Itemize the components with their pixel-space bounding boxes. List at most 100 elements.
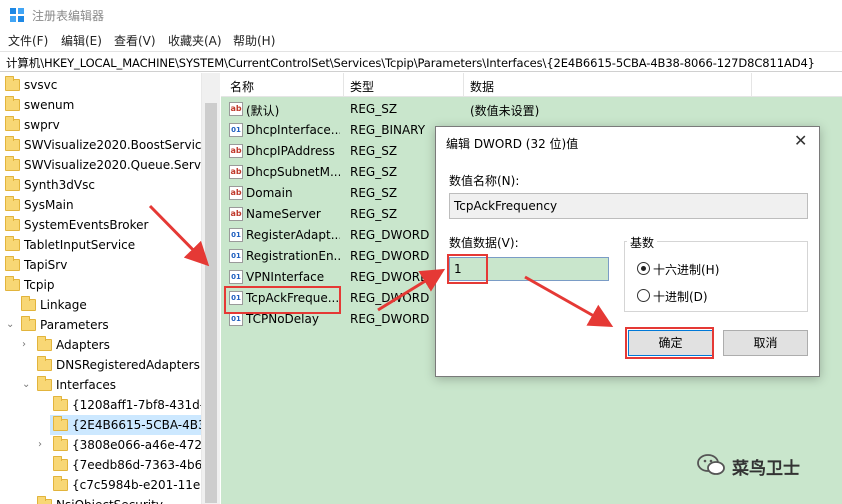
tree-item-label: {3808e066-a46e-472b xyxy=(72,438,201,452)
chevron-right-icon[interactable]: › xyxy=(22,335,32,355)
menu-file[interactable]: 文件(F) xyxy=(8,32,48,49)
column-divider[interactable] xyxy=(343,73,344,97)
tree-item-label: TabletInputService xyxy=(24,238,136,252)
edit-dword-dialog: 编辑 DWORD (32 位)值 ✕ 数值名称(N): TcpAckFreque… xyxy=(435,126,820,377)
value-name: NameServer xyxy=(246,207,321,221)
value-type: REG_DWORD xyxy=(350,228,430,242)
tree-item-label: Synth3dVsc xyxy=(24,178,95,192)
column-header-type[interactable]: 类型 xyxy=(350,78,374,95)
value-type: REG_DWORD xyxy=(350,312,430,326)
folder-icon xyxy=(5,236,20,251)
radio-decimal-label[interactable]: 十进制(D) xyxy=(653,288,708,305)
folder-icon xyxy=(5,256,20,271)
value-name: RegisterAdapt... xyxy=(246,228,340,242)
chevron-right-icon[interactable]: › xyxy=(38,435,48,455)
value-type: REG_DWORD xyxy=(350,249,430,263)
folder-icon xyxy=(53,396,68,411)
menu-favorites[interactable]: 收藏夹(A) xyxy=(168,32,222,49)
address-bar[interactable]: 计算机\HKEY_LOCAL_MACHINE\SYSTEM\CurrentCon… xyxy=(0,51,842,72)
regedit-icon xyxy=(10,8,24,22)
value-type: REG_SZ xyxy=(350,102,398,116)
base-label: 基数 xyxy=(627,234,658,251)
folder-icon xyxy=(37,496,52,504)
value-name: DhcpSubnetM... xyxy=(246,165,340,179)
value-name: RegistrationEn... xyxy=(246,249,340,263)
tree-item-label: DNSRegisteredAdapters xyxy=(56,358,200,372)
tree-item-label: NsiObjectSecurity xyxy=(56,495,163,504)
binary-value-icon: 01 xyxy=(229,123,243,137)
column-divider[interactable] xyxy=(751,73,752,97)
chevron-down-icon[interactable]: ⌄ xyxy=(6,315,16,335)
tree-item-label: {7eedb86d-7363-4b68 xyxy=(72,458,201,472)
value-name: Domain xyxy=(246,186,293,200)
title-bar: 注册表编辑器 xyxy=(0,0,842,30)
menu-bar: 文件(F) 编辑(E) 查看(V) 收藏夹(A) 帮助(H) xyxy=(0,30,842,50)
window-title: 注册表编辑器 xyxy=(32,9,105,23)
folder-icon xyxy=(37,376,52,391)
tree-scrollbar[interactable] xyxy=(201,73,220,504)
string-value-icon: ab xyxy=(229,207,243,221)
string-value-icon: ab xyxy=(229,186,243,200)
cancel-button[interactable]: 取消 xyxy=(723,330,808,356)
column-divider[interactable] xyxy=(463,73,464,97)
tree-item-selected[interactable]: {2E4B6615-5CBA-4B38 xyxy=(50,415,201,435)
value-type: REG_SZ xyxy=(350,144,398,158)
menu-edit[interactable]: 编辑(E) xyxy=(61,32,102,49)
radio-hex[interactable] xyxy=(637,262,650,275)
value-name: TCPNoDelay xyxy=(246,312,319,326)
folder-icon xyxy=(21,296,36,311)
folder-icon xyxy=(53,476,68,491)
folder-icon xyxy=(21,316,36,331)
column-header-name[interactable]: 名称 xyxy=(230,78,254,95)
folder-icon xyxy=(5,276,20,291)
tree-item-label: {1208aff1-7bf8-431d-a xyxy=(72,398,201,412)
value-type: REG_DWORD xyxy=(350,270,430,284)
folder-icon xyxy=(53,436,68,451)
menu-view[interactable]: 查看(V) xyxy=(114,32,156,49)
close-icon[interactable]: ✕ xyxy=(794,131,807,150)
value-type: REG_SZ xyxy=(350,186,398,200)
value-name-field[interactable]: TcpAckFrequency xyxy=(449,193,808,219)
folder-icon xyxy=(53,456,68,471)
radio-hex-label[interactable]: 十六进制(H) xyxy=(653,261,719,278)
folder-icon xyxy=(5,116,20,131)
value-type: REG_BINARY xyxy=(350,123,426,137)
value-data-label: 数值数据(V): xyxy=(449,236,519,250)
wechat-icon xyxy=(697,454,725,475)
base-group: 基数 十六进制(H) 十进制(D) xyxy=(624,234,808,312)
tree-item-label: swenum xyxy=(24,98,75,112)
string-value-icon: ab xyxy=(229,165,243,179)
tree-item-label: svsvc xyxy=(24,78,58,92)
value-name: VPNInterface xyxy=(246,270,325,284)
folder-icon xyxy=(37,336,52,351)
address-path[interactable]: 计算机\HKEY_LOCAL_MACHINE\SYSTEM\CurrentCon… xyxy=(6,55,815,71)
value-name: (默认) xyxy=(246,104,280,118)
list-item[interactable]: ab (默认) REG_SZ (数值未设置) xyxy=(221,99,842,120)
value-type: REG_SZ xyxy=(350,207,398,221)
tree-item-label: {c7c5984b-e201-11e9- xyxy=(72,478,201,492)
dword-value-icon: 01 xyxy=(229,228,243,242)
value-name: DhcpInterface... xyxy=(246,123,340,137)
radio-decimal[interactable] xyxy=(637,289,650,302)
scrollbar-thumb[interactable] xyxy=(205,103,217,503)
chevron-down-icon[interactable]: ⌄ xyxy=(22,375,32,395)
folder-icon xyxy=(5,136,20,151)
tree-item-label: SystemEventsBroker xyxy=(24,218,149,232)
tree-item-label: Parameters xyxy=(40,318,109,332)
watermark: 菜鸟卫士 xyxy=(696,452,826,479)
folder-icon xyxy=(37,356,52,371)
list-header: 名称 类型 数据 xyxy=(221,73,842,97)
tree-item-label: SysMain xyxy=(24,198,74,212)
dword-value-icon: 01 xyxy=(229,312,243,326)
column-header-data[interactable]: 数据 xyxy=(470,78,494,95)
tree-item-label: Adapters xyxy=(56,338,110,352)
tree-item-label: Linkage xyxy=(40,298,87,312)
menu-help[interactable]: 帮助(H) xyxy=(233,32,275,49)
value-type: REG_SZ xyxy=(350,165,398,179)
folder-icon xyxy=(5,156,20,171)
tree-item-label: Tcpip xyxy=(24,278,55,292)
folder-icon xyxy=(5,176,20,191)
registry-tree: svsvc swenum swprv SWVisualize2020.Boost… xyxy=(0,73,201,504)
highlight-box xyxy=(224,286,341,314)
highlight-box xyxy=(625,327,714,359)
